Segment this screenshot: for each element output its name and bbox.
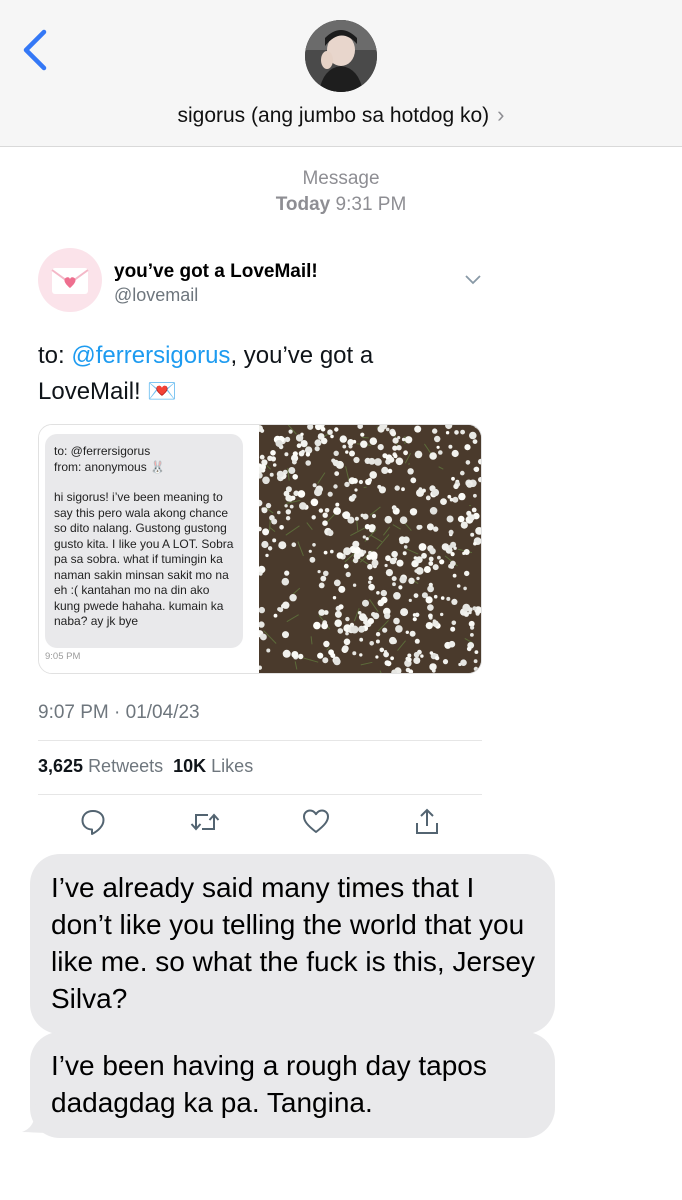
share-icon[interactable] (414, 808, 440, 836)
love-letter-emoji: 💌 (147, 378, 178, 405)
back-chevron-icon[interactable] (20, 28, 50, 72)
message-day: Today (275, 194, 331, 215)
note-body: hi sigorus! i’ve been meaning to say thi… (54, 490, 234, 628)
reply-icon[interactable] (80, 808, 106, 836)
tweet-account-handle: @lovemail (114, 285, 199, 305)
message-time: 9:31 PM (335, 194, 407, 215)
likes-label[interactable]: Likes (211, 756, 253, 776)
note-bubble: to: @ferrersigorus from: anonymous 🐰 hi … (45, 434, 243, 648)
tweet-action-bar (38, 808, 482, 840)
contact-name-row[interactable]: sigorus (ang jumbo sa hotdog ko) › (0, 102, 682, 128)
tweet-media[interactable]: to: @ferrersigorus from: anonymous 🐰 hi … (38, 424, 482, 674)
retweets-count: 3,625 (38, 756, 84, 776)
chevron-right-icon: › (497, 102, 505, 127)
contact-name: sigorus (ang jumbo sa hotdog ko) (177, 104, 490, 127)
retweets-label[interactable]: Retweets (88, 756, 163, 776)
message-service-label: Message (302, 168, 380, 189)
like-icon[interactable] (302, 808, 330, 836)
note-screenshot: to: @ferrersigorus from: anonymous 🐰 hi … (39, 425, 257, 673)
message-bubble[interactable]: I’ve already said many times that I don’… (30, 854, 555, 1034)
conversation-header: sigorus (ang jumbo sa hotdog ko) › (0, 0, 682, 147)
message-bubble[interactable]: I’ve been having a rough day tapos dadag… (30, 1032, 555, 1138)
tweet-account-name: you’ve got a LoveMail! (114, 261, 318, 282)
note-to-line: to: @ferrersigorus (54, 444, 151, 458)
chevron-down-icon[interactable] (464, 274, 482, 286)
flowers-photo (255, 425, 481, 673)
likes-count: 10K (173, 756, 207, 776)
divider (38, 740, 482, 741)
bubble-tail (22, 1100, 56, 1133)
divider (38, 794, 482, 795)
lovemail-avatar (38, 248, 102, 312)
tweet-mention-link[interactable]: @ferrersigorus (71, 342, 230, 369)
message-timestamp: Today 9:31 PM (0, 194, 682, 216)
tweet-text: to: @ferrersigorus, you’ve got a LoveMai… (38, 342, 374, 405)
tweet-stats: 3,625 Retweets 10K Likes (38, 756, 253, 777)
envelope-heart-icon (51, 268, 89, 294)
note-time: 9:05 PM (45, 651, 81, 662)
contact-avatar[interactable] (305, 20, 377, 92)
retweet-icon[interactable] (190, 808, 220, 836)
note-from-line: from: anonymous 🐰 (54, 459, 165, 474)
tweet-timestamp: 9:07 PM · 01/04/23 (38, 702, 200, 723)
